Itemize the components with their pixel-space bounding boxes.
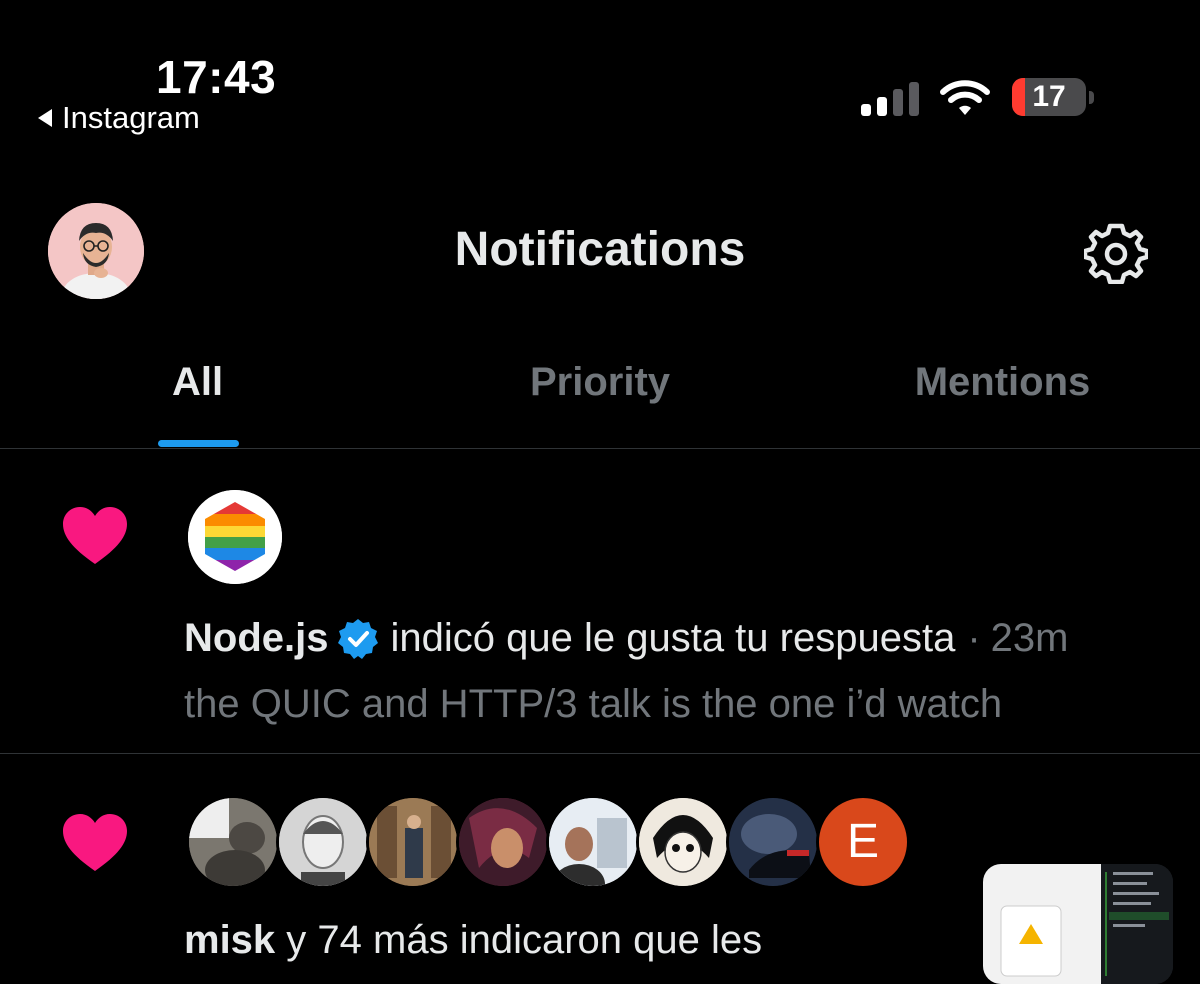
notification-action: indicó que le gusta tu respuesta (390, 616, 956, 660)
page-title: Notifications (454, 223, 746, 276)
notification-text: Node.js indicó que le gusta tu respuesta… (184, 616, 1068, 661)
notification-action: y 74 más indicaron que les (286, 918, 763, 962)
user-avatar-initial[interactable]: E (816, 795, 910, 889)
user-avatar[interactable] (546, 795, 640, 889)
actor-name[interactable]: Node.js (184, 616, 328, 661)
separator-dot: · (967, 616, 981, 660)
notification-divider (0, 753, 1200, 754)
active-tab-indicator (158, 440, 239, 447)
heart-icon (63, 814, 127, 871)
back-to-app-link[interactable]: Instagram (38, 100, 200, 136)
user-avatar[interactable] (186, 795, 280, 889)
notification-text: misk y 74 más indicaron que les (184, 918, 762, 963)
tab-all[interactable]: All (140, 360, 255, 405)
user-avatar[interactable] (456, 795, 550, 889)
tab-priority[interactable]: Priority (470, 360, 730, 405)
nodejs-avatar[interactable] (188, 490, 282, 584)
actor-name[interactable]: misk (184, 918, 275, 962)
tabs-divider (0, 448, 1200, 449)
gear-icon[interactable] (1084, 220, 1148, 284)
tab-mentions[interactable]: Mentions (880, 360, 1125, 405)
user-avatar[interactable] (276, 795, 370, 889)
battery-level: 17 (1032, 80, 1066, 113)
cellular-signal-icon (861, 82, 919, 116)
notification-time: 23m (990, 616, 1069, 660)
liked-post-snippet[interactable]: the QUIC and HTTP/3 talk is the one i’d … (184, 682, 1002, 727)
heart-icon (63, 507, 127, 564)
back-app-label: Instagram (62, 100, 200, 135)
user-avatar[interactable] (366, 795, 460, 889)
battery-indicator: 17 (1012, 78, 1096, 118)
user-avatar[interactable] (726, 795, 820, 889)
back-arrow-icon (38, 109, 52, 127)
post-thumbnail[interactable] (983, 864, 1173, 984)
wifi-icon (940, 80, 990, 115)
verified-badge-icon (338, 618, 379, 659)
status-time: 17:43 (156, 51, 277, 103)
user-avatar[interactable] (636, 795, 730, 889)
